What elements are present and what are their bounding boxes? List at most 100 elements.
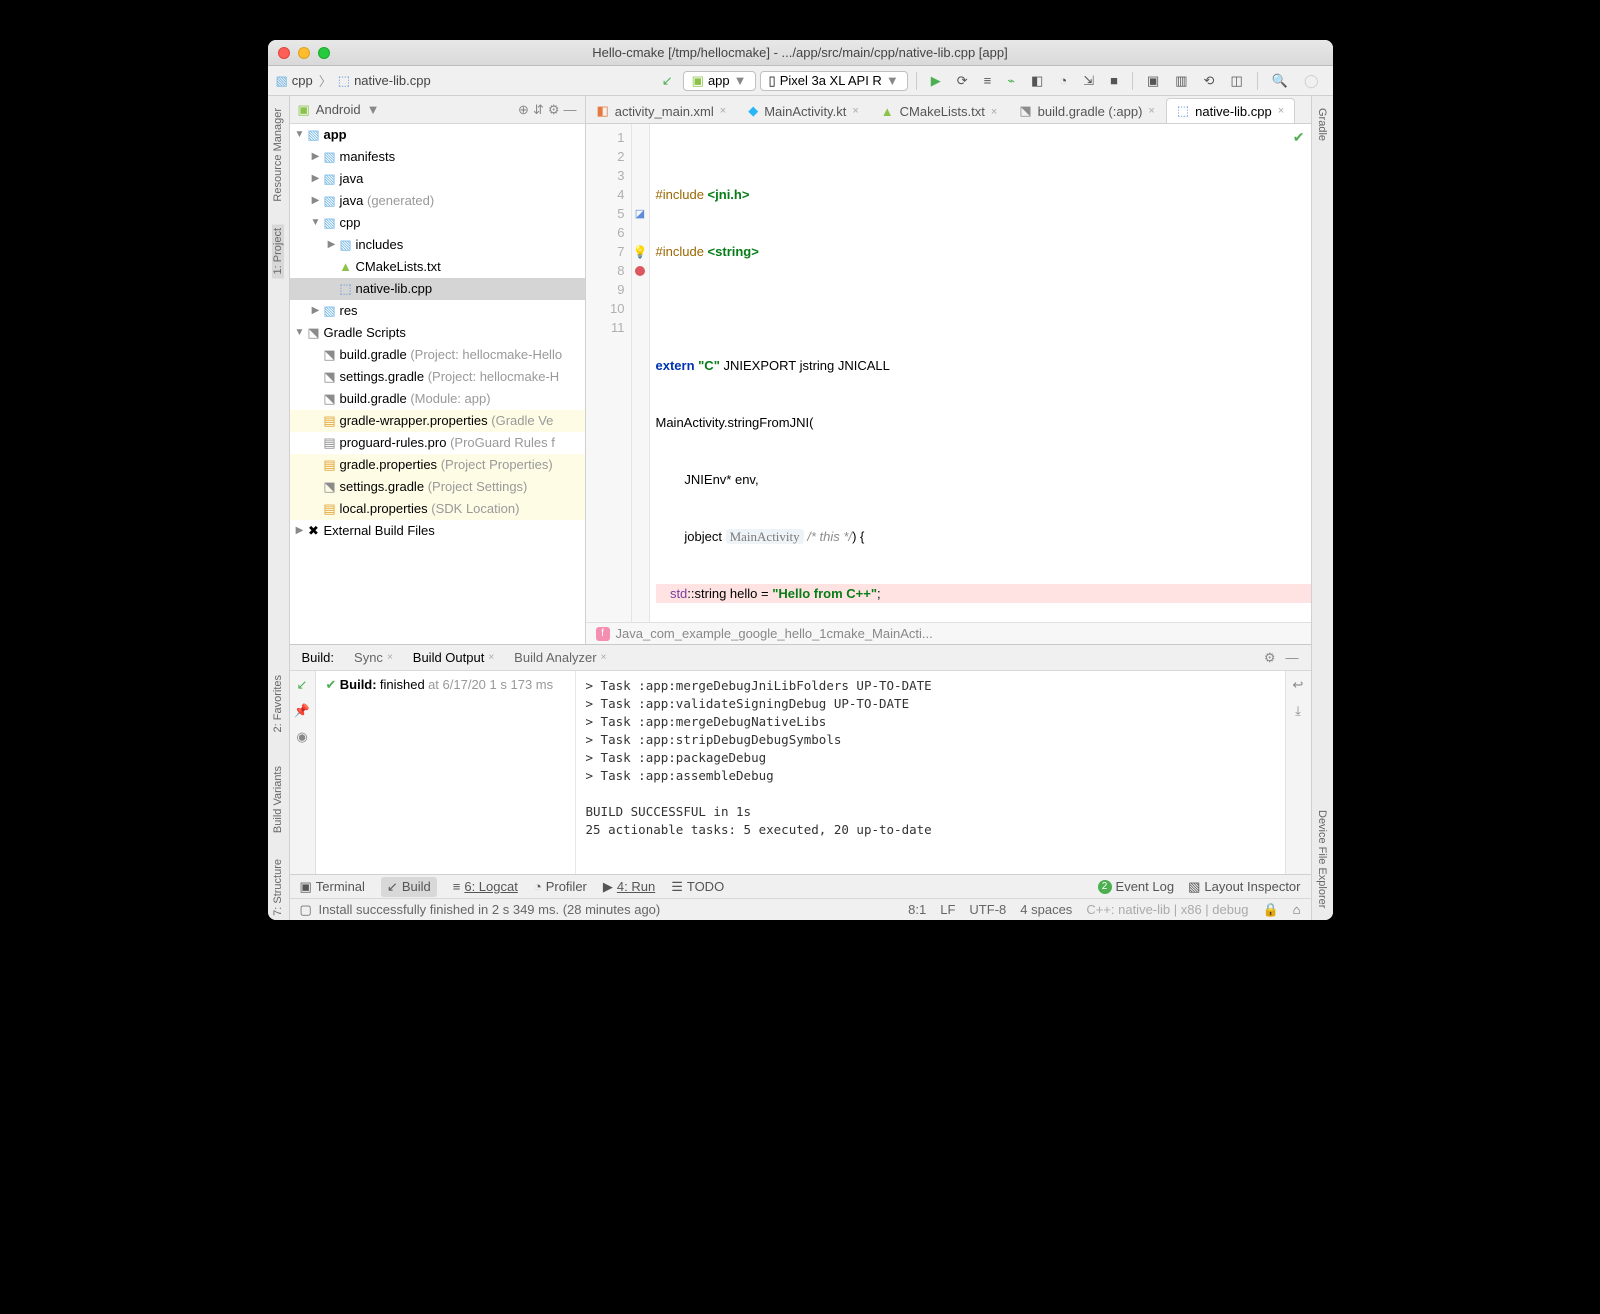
tab-build-output[interactable]: Build Output× — [413, 650, 494, 665]
avd-icon[interactable]: ▣ — [1141, 71, 1165, 91]
build-right-tools: ↩ ⤓ — [1285, 671, 1311, 874]
project-view-header: ▣ Android ▼ ⊕ ⇵ ⚙ — — [290, 96, 585, 124]
tab-build-gradle[interactable]: ⬔build.gradle (:app)× — [1008, 98, 1166, 123]
project-tool-window: ▣ Android ▼ ⊕ ⇵ ⚙ — ▼▧app ▶▧manifests — [290, 96, 586, 644]
scroll-end-icon[interactable]: ⤓ — [1295, 703, 1301, 719]
close-icon[interactable]: × — [991, 106, 997, 118]
function-icon: f — [596, 627, 610, 641]
line-number-gutter[interactable]: 1234567891011 — [586, 124, 632, 622]
tab-build[interactable]: ↙ Build — [381, 877, 437, 897]
phone-icon: ▯ — [769, 73, 776, 89]
android-icon: ▣ — [298, 102, 310, 118]
tab-todo[interactable]: ☰ TODO — [671, 879, 724, 895]
profiler-icon[interactable]: ◔ — [1053, 71, 1073, 90]
build-output-text[interactable]: > Task :app:mergeDebugJniLibFolders UP-T… — [576, 671, 1285, 874]
gear-icon[interactable]: ⚙ — [1264, 650, 1276, 666]
apply-changes-icon[interactable]: ⟳ — [951, 71, 974, 91]
hide-icon[interactable]: — — [564, 102, 577, 118]
gutter-icons[interactable]: ◪ 💡 — [632, 124, 650, 622]
coverage-icon[interactable]: ◧ — [1025, 71, 1049, 91]
build-label: Build: — [302, 650, 335, 665]
ide-window: Hello-cmake [/tmp/hellocmake] - .../app/… — [268, 40, 1333, 920]
pin-icon[interactable]: 📌 — [294, 703, 310, 719]
tab-activity-main[interactable]: ◧activity_main.xml× — [586, 98, 738, 123]
rail-build-variants[interactable]: Build Variants — [272, 762, 284, 837]
make-button[interactable]: ↙ — [656, 71, 679, 91]
tab-build-analyzer[interactable]: Build Analyzer× — [514, 650, 606, 665]
attach-icon[interactable]: ⇲ — [1077, 71, 1100, 91]
close-icon[interactable]: × — [1148, 105, 1154, 117]
stop-button[interactable]: ■ — [1104, 71, 1124, 90]
build-status-tree[interactable]: ✔ Build: finished at 6/17/20 1 s 173 ms — [316, 671, 576, 874]
navigation-toolbar: ▧ cpp 〉 ⬚ native-lib.cpp ↙ ▣ app▼ ▯ Pixe… — [268, 66, 1333, 96]
tab-mainactivity[interactable]: ◆MainActivity.kt× — [737, 98, 870, 123]
tab-layout-inspector[interactable]: ▧ Layout Inspector — [1188, 879, 1300, 895]
lock-icon[interactable]: 🔒 — [1262, 902, 1278, 918]
close-icon[interactable]: × — [1278, 105, 1284, 117]
rail-favorites[interactable]: 2: Favorites — [272, 671, 284, 736]
encoding[interactable]: UTF-8 — [969, 902, 1006, 918]
left-tool-rail: Resource Manager 1: Project 2: Favorites… — [268, 96, 290, 920]
member-crumb[interactable]: f Java_com_example_google_hello_1cmake_M… — [586, 622, 1311, 644]
breadcrumb-item[interactable]: cpp — [292, 73, 313, 88]
rail-device-explorer[interactable]: Device File Explorer — [1316, 806, 1328, 912]
rerun-icon[interactable]: ↙ — [297, 677, 308, 693]
project-view-selector[interactable]: Android — [316, 102, 361, 117]
code-editor[interactable]: 1234567891011 ◪ 💡 ✔ #include <j — [586, 124, 1311, 622]
check-icon: ✔ — [326, 677, 337, 692]
gradle-icon: ⬔ — [306, 323, 322, 343]
sdk-icon[interactable]: ▥ — [1169, 71, 1193, 91]
locate-icon[interactable]: ⊕ — [518, 102, 529, 118]
cpp-file-icon: ⬚ — [338, 279, 354, 299]
status-icon[interactable]: ▢ — [300, 902, 312, 918]
inspector-icon[interactable]: ⌂ — [1293, 902, 1301, 918]
run-button[interactable]: ▶ — [925, 71, 947, 91]
close-icon[interactable]: × — [720, 105, 726, 117]
tab-cmakelists[interactable]: ▲CMakeLists.txt× — [870, 99, 1009, 123]
check-icon[interactable]: ✔ — [1293, 128, 1305, 147]
apply-code-icon[interactable]: ≡ — [978, 71, 998, 90]
cpp-file-icon: ⬚ — [338, 73, 350, 89]
implementer-icon[interactable]: ◪ — [635, 207, 645, 220]
eye-icon[interactable]: ◉ — [296, 729, 307, 745]
breadcrumb-item[interactable]: native-lib.cpp — [354, 73, 431, 88]
gear-icon[interactable]: ⚙ — [548, 102, 560, 118]
cmake-icon: ▲ — [338, 257, 354, 277]
sync-icon[interactable]: ⟲ — [1198, 71, 1221, 91]
device-selector[interactable]: ▯ Pixel 3a XL API R▼ — [760, 71, 908, 91]
bulb-icon[interactable]: 💡 — [633, 245, 648, 259]
tab-logcat[interactable]: ≡ 6: Logcat — [453, 879, 518, 894]
status-bar: ▢ Install successfully finished in 2 s 3… — [290, 898, 1311, 920]
window-title: Hello-cmake [/tmp/hellocmake] - .../app/… — [268, 45, 1333, 60]
title-bar[interactable]: Hello-cmake [/tmp/hellocmake] - .../app/… — [268, 40, 1333, 66]
line-sep[interactable]: LF — [940, 902, 955, 918]
bottom-tool-tabs: ▣ Terminal ↙ Build ≡ 6: Logcat ◔ Profile… — [290, 874, 1311, 898]
tab-run[interactable]: ▶ 4: Run — [603, 879, 655, 895]
search-icon[interactable]: 🔍 — [1266, 71, 1294, 91]
indent[interactable]: 4 spaces — [1020, 902, 1072, 918]
close-icon[interactable]: × — [852, 105, 858, 117]
caret-pos[interactable]: 8:1 — [908, 902, 926, 918]
tab-terminal[interactable]: ▣ Terminal — [300, 879, 365, 895]
user-icon[interactable]: ◯ — [1298, 71, 1325, 91]
tab-sync[interactable]: Sync× — [354, 650, 393, 665]
tab-event-log[interactable]: 2 Event Log — [1098, 879, 1175, 894]
context[interactable]: C++: native-lib | x86 | debug — [1086, 902, 1248, 918]
rail-structure[interactable]: 7: Structure — [272, 855, 284, 920]
editor: ◧activity_main.xml× ◆MainActivity.kt× ▲C… — [586, 96, 1311, 644]
hide-icon[interactable]: — — [1286, 650, 1299, 666]
soft-wrap-icon[interactable]: ↩ — [1293, 677, 1304, 693]
tab-native-lib[interactable]: ⬚native-lib.cpp× — [1166, 98, 1295, 123]
rail-project[interactable]: 1: Project — [272, 224, 284, 278]
rail-gradle[interactable]: Gradle — [1316, 104, 1328, 145]
structure-icon[interactable]: ◫ — [1224, 71, 1248, 91]
project-tree[interactable]: ▼▧app ▶▧manifests ▶▧java ▶▧java (generat… — [290, 124, 585, 644]
collapse-icon[interactable]: ⇵ — [533, 102, 544, 118]
run-config-selector[interactable]: ▣ app▼ — [683, 71, 756, 91]
wrench-icon: ✖ — [306, 521, 322, 541]
rail-resource-manager[interactable]: Resource Manager — [272, 104, 284, 206]
debug-button[interactable]: ⌁ — [1001, 71, 1021, 91]
tab-profiler[interactable]: ◔ Profiler — [534, 879, 587, 894]
breadcrumb[interactable]: ▧ cpp 〉 ⬚ native-lib.cpp — [276, 71, 431, 90]
breakpoint-icon[interactable] — [635, 266, 645, 276]
